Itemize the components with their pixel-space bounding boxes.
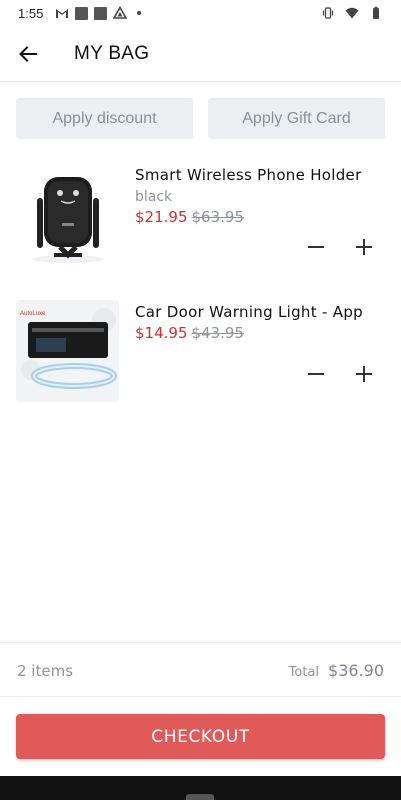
wifi-icon — [345, 7, 359, 19]
item-details: Car Door Warning Light - App $14.95 $43.9… — [135, 300, 385, 342]
vibrate-icon — [322, 7, 334, 19]
apply-gift-card-button[interactable]: Apply Gift Card — [208, 98, 385, 139]
increase-quantity-button[interactable] — [353, 236, 375, 258]
sale-price: $21.95 — [135, 208, 188, 226]
bag-actions: Apply discount Apply Gift Card — [16, 98, 385, 139]
status-time: 1:55 — [18, 5, 44, 21]
total-value: $36.90 — [328, 661, 384, 680]
bag-summary: 2 items Total $36.90 — [0, 645, 401, 697]
original-price: $43.95 — [191, 324, 245, 342]
minus-icon — [308, 373, 324, 375]
drive-icon — [113, 6, 128, 19]
footer-divider — [0, 642, 401, 643]
price-row: $14.95 $43.95 — [135, 324, 385, 342]
quantity-stepper — [305, 363, 375, 385]
price-row: $21.95 $63.95 — [135, 208, 385, 226]
status-system-icons — [321, 6, 383, 20]
phone-holder-image — [16, 163, 119, 265]
apply-discount-button[interactable]: Apply discount — [16, 98, 193, 139]
svg-text:AutoLuxe: AutoLuxe — [20, 311, 46, 317]
item-name: Car Door Warning Light - App — [135, 303, 363, 321]
decrease-quantity-button[interactable] — [305, 363, 327, 385]
increase-quantity-button[interactable] — [353, 363, 375, 385]
plus-icon — [356, 239, 372, 255]
top-app-bar: MY BAG — [0, 26, 401, 82]
item-count: 2 items — [17, 661, 74, 680]
checkout-button[interactable]: CHECKOUT — [16, 714, 385, 759]
sale-price: $14.95 — [135, 324, 188, 342]
gmail-icon — [56, 9, 69, 18]
plus-icon — [356, 366, 372, 382]
product-thumbnail[interactable]: AutoLuxe — [16, 300, 119, 402]
minus-icon — [308, 246, 324, 248]
item-name: Smart Wireless Phone Holder — [135, 166, 362, 184]
arrow-left-icon — [19, 45, 37, 62]
door-light-image: AutoLuxe — [16, 300, 119, 402]
original-price: $63.95 — [191, 208, 245, 226]
item-details: Smart Wireless Phone Holder black $21.95… — [135, 163, 385, 226]
dot-icon — [137, 11, 142, 15]
page-title: MY BAG — [74, 42, 150, 64]
back-button[interactable] — [0, 26, 56, 82]
total-label: Total — [288, 665, 320, 680]
status-bar: 1:55 — [0, 0, 401, 26]
order-total: Total $36.90 — [289, 661, 384, 680]
item-variant: black — [135, 189, 173, 205]
quantity-stepper — [305, 236, 375, 258]
photo-icon — [94, 6, 108, 20]
battery-icon — [373, 6, 379, 19]
photo-icon — [75, 6, 89, 20]
product-thumbnail[interactable] — [16, 163, 119, 265]
cart-item[interactable]: Smart Wireless Phone Holder black $21.95… — [16, 163, 385, 265]
status-notification-icons — [55, 6, 142, 20]
cart-item[interactable]: AutoLuxe Car Door Warning Light - App $1… — [16, 300, 385, 404]
home-handle[interactable] — [186, 794, 214, 800]
decrease-quantity-button[interactable] — [305, 236, 327, 258]
